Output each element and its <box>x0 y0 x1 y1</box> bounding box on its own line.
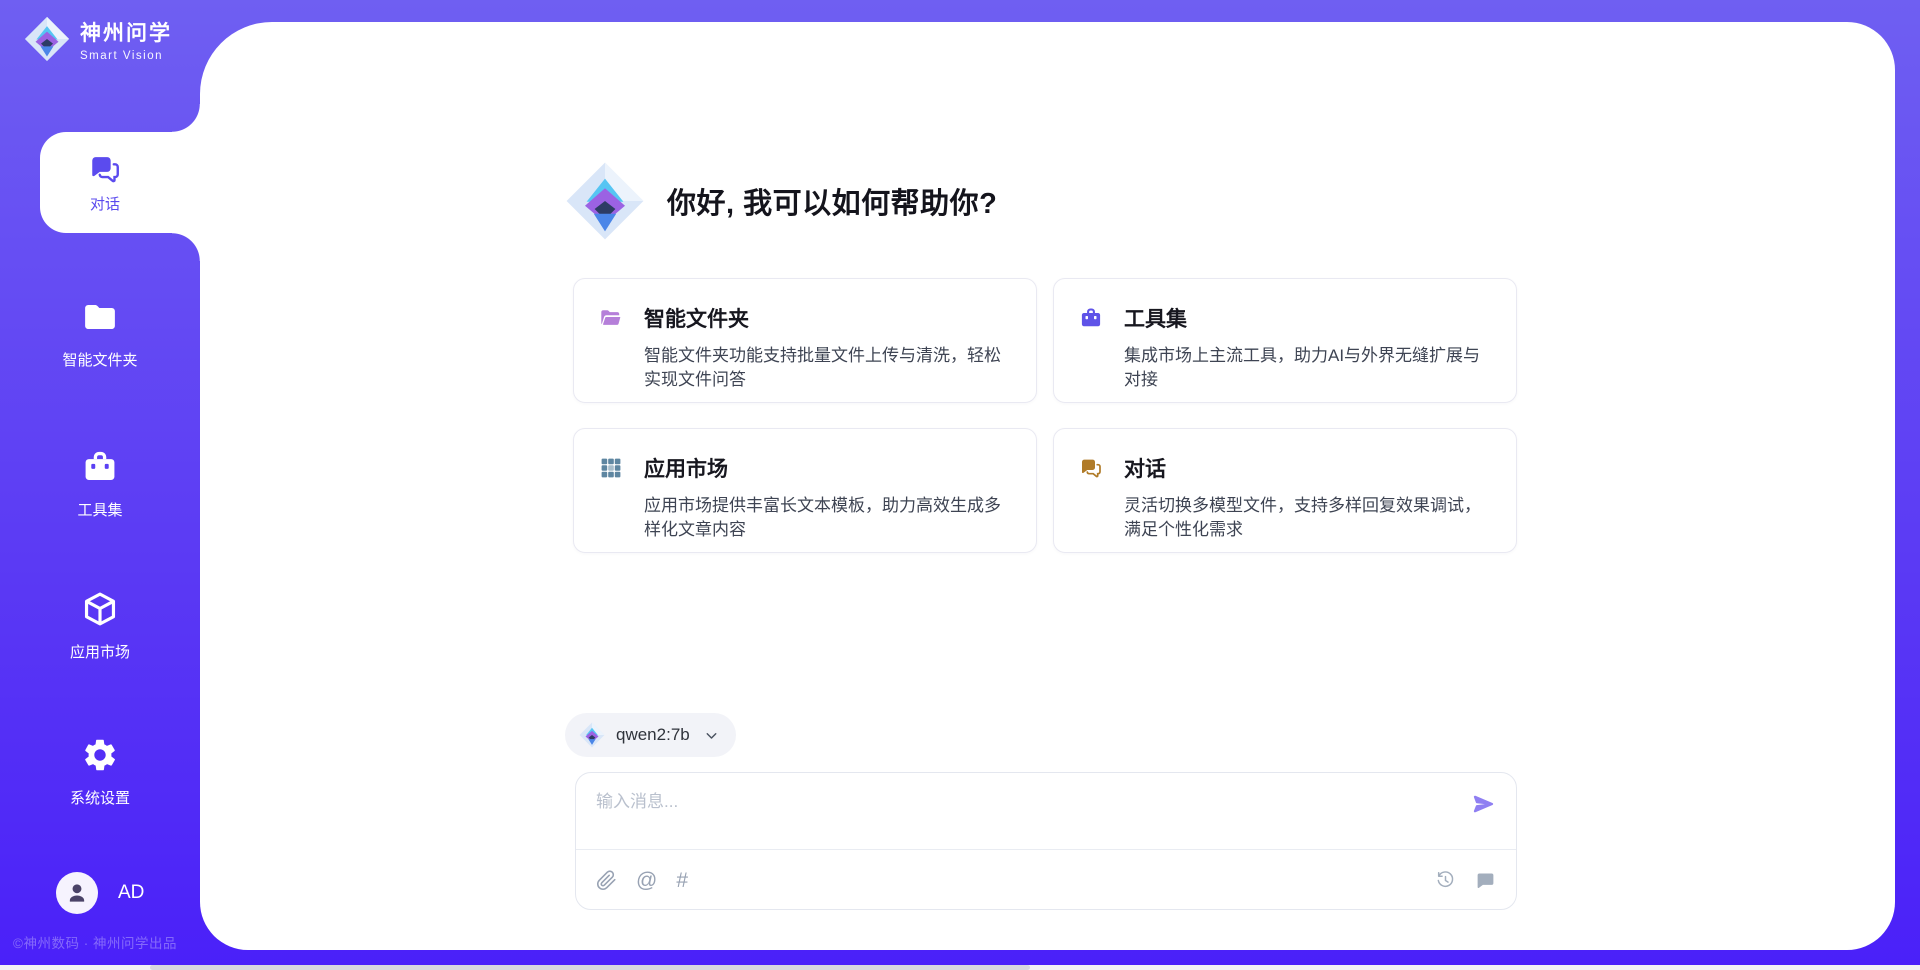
avatar <box>56 872 98 914</box>
page-title: 你好, 我可以如何帮助你? <box>667 180 997 222</box>
quick-phrases-button[interactable] <box>1475 870 1496 891</box>
card-toolset[interactable]: 工具集 集成市场上主流工具，助力AI与外界无缝扩展与对接 <box>1053 278 1517 403</box>
sidebar-item-toolset[interactable]: 工具集 <box>0 448 200 520</box>
card-title: 工具集 <box>1124 303 1187 333</box>
card-smart-folder[interactable]: 智能文件夹 智能文件夹功能支持批量文件上传与清洗，轻松实现文件问答 <box>573 278 1037 403</box>
brand-name: 神州问学 <box>80 17 172 47</box>
feature-cards: 智能文件夹 智能文件夹功能支持批量文件上传与清洗，轻松实现文件问答 工具集 集成… <box>573 278 1517 553</box>
sidebar-item-label: 智能文件夹 <box>0 349 200 370</box>
send-button[interactable] <box>1468 791 1498 821</box>
mention-button[interactable]: @ <box>636 870 657 891</box>
grid-icon <box>599 456 623 480</box>
sidebar-item-chat[interactable]: 对话 <box>40 132 200 233</box>
sidebar-item-label: 系统设置 <box>0 787 200 808</box>
card-title: 智能文件夹 <box>644 303 749 333</box>
sidebar-item-app-market[interactable]: 应用市场 <box>0 590 200 662</box>
message-input[interactable] <box>596 787 1416 843</box>
horizontal-scrollbar[interactable] <box>0 965 1920 970</box>
brand-gem-icon <box>565 161 645 241</box>
sidebar-item-label: 工具集 <box>0 499 200 520</box>
card-chat[interactable]: 对话 灵活切换多模型文件，支持多样回复效果调试，满足个性化需求 <box>1053 428 1517 553</box>
user-name: AD <box>118 882 144 904</box>
message-composer: @ # <box>575 772 1517 910</box>
scrollbar-thumb[interactable] <box>150 965 1030 970</box>
copyright: ©神州数码 · 神州问学出品 <box>13 932 177 952</box>
user-profile[interactable]: AD <box>56 872 144 914</box>
mention-icon: @ <box>636 870 657 891</box>
chat-bubbles-icon <box>88 152 122 186</box>
model-selector[interactable]: qwen2:7b <box>565 713 736 757</box>
main-content: 你好, 我可以如何帮助你? 智能文件夹 智能文件夹功能支持批量文件上传与清洗，轻… <box>200 22 1895 950</box>
person-icon <box>64 880 90 906</box>
brand-logo-gem-icon <box>24 16 70 62</box>
send-icon <box>1469 791 1497 819</box>
hash-button[interactable]: # <box>676 870 688 891</box>
brand: 神州问学 Smart Vision <box>24 16 172 62</box>
sidebar-item-settings[interactable]: 系统设置 <box>0 736 200 808</box>
sidebar: 神州问学 Smart Vision 对话 智能文件夹 工具集 应用市场 系统设置 <box>0 0 200 970</box>
greeting-row: 你好, 我可以如何帮助你? <box>565 161 997 241</box>
gem-diamond-icon <box>579 722 605 748</box>
chat-bubbles-icon <box>1079 456 1103 480</box>
card-title: 对话 <box>1124 453 1166 483</box>
toolbox-icon <box>81 448 119 486</box>
toolbox-icon <box>1079 306 1103 330</box>
card-description: 灵活切换多模型文件，支持多样回复效果调试，满足个性化需求 <box>1124 494 1492 542</box>
history-button[interactable] <box>1435 870 1456 891</box>
open-folder-icon <box>599 306 623 330</box>
cube-icon <box>81 590 119 628</box>
card-description: 应用市场提供丰富长文本模板，助力高效生成多样化文章内容 <box>644 494 1012 542</box>
chevron-down-icon <box>703 727 720 744</box>
sidebar-item-label: 应用市场 <box>0 641 200 662</box>
model-label: qwen2:7b <box>616 725 690 745</box>
card-description: 集成市场上主流工具，助力AI与外界无缝扩展与对接 <box>1124 344 1492 392</box>
composer-toolbar: @ # <box>596 850 1496 910</box>
chat-square-icon <box>1475 870 1496 891</box>
hash-icon: # <box>676 870 688 891</box>
attach-file-button[interactable] <box>596 870 617 891</box>
app-root: 你好, 我可以如何帮助你? 智能文件夹 智能文件夹功能支持批量文件上传与清洗，轻… <box>0 0 1920 970</box>
paperclip-icon <box>596 870 617 891</box>
gear-icon <box>81 736 119 774</box>
sidebar-item-smart-folder[interactable]: 智能文件夹 <box>0 298 200 370</box>
card-title: 应用市场 <box>644 453 728 483</box>
folder-icon <box>81 298 119 336</box>
sidebar-item-label: 对话 <box>90 193 120 214</box>
brand-subtitle: Smart Vision <box>80 50 172 62</box>
card-description: 智能文件夹功能支持批量文件上传与清洗，轻松实现文件问答 <box>644 344 1012 392</box>
card-app-market[interactable]: 应用市场 应用市场提供丰富长文本模板，助力高效生成多样化文章内容 <box>573 428 1037 553</box>
history-icon <box>1435 870 1456 891</box>
